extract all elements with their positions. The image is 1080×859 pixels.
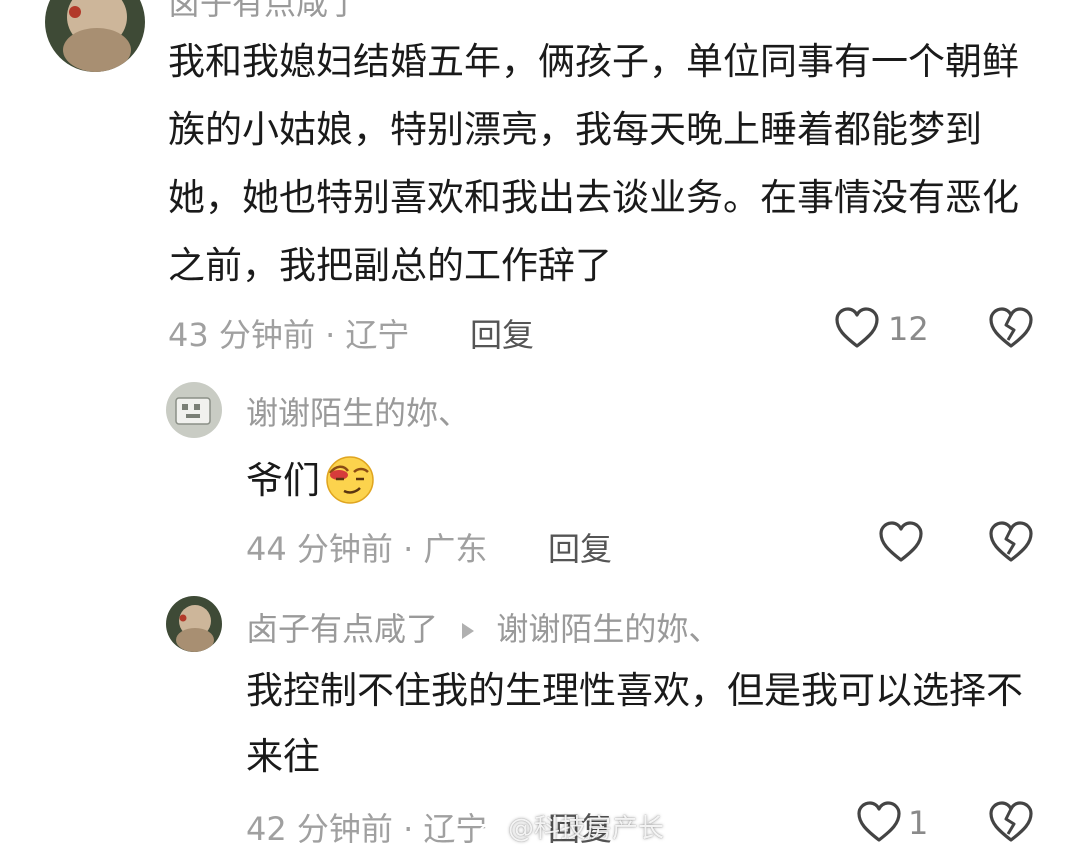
reply-button[interactable]: 回复 xyxy=(470,310,534,356)
comment-location: 辽宁 xyxy=(345,316,410,354)
watermark-text: @科技房产长 xyxy=(508,814,665,844)
broken-heart-icon[interactable] xyxy=(988,800,1034,844)
comment-content: 爷们 xyxy=(246,448,1036,514)
reply-to-username[interactable]: 谢谢陌生的妳、 xyxy=(496,610,720,648)
heart-outline-icon[interactable] xyxy=(834,306,880,350)
heart-outline-icon[interactable] xyxy=(856,800,902,844)
comment-time: 43 分钟前 xyxy=(168,316,315,354)
comment-thread: 卤子有点咸了 我和我媳妇结婚五年，俩孩子，单位同事有一个朝鲜族的小姑娘，特别漂亮… xyxy=(0,0,1080,859)
like-count: 1 xyxy=(908,804,929,842)
comment-text: 爷们 xyxy=(246,459,320,502)
smirk-face-emoji xyxy=(326,456,374,504)
broken-heart-icon[interactable] xyxy=(988,520,1034,564)
heart-outline-icon[interactable] xyxy=(878,520,924,564)
comment-content: 我和我媳妇结婚五年，俩孩子，单位同事有一个朝鲜族的小姑娘，特别漂亮，我每天晚上睡… xyxy=(168,40,1019,287)
comment-username[interactable]: 卤子有点咸了 xyxy=(246,610,438,648)
reply-header: 卤子有点咸了 谢谢陌生的妳、 xyxy=(246,604,720,650)
avatar[interactable] xyxy=(45,0,145,72)
comment-meta: 42 分钟前 · 辽宁 xyxy=(246,804,487,850)
triangle-right-icon xyxy=(462,623,475,639)
comment-meta: 44 分钟前 · 广东 xyxy=(246,524,487,570)
meta-separator: · xyxy=(403,810,414,848)
watermark: @科技房产长 xyxy=(478,808,664,845)
comment-location: 广东 xyxy=(423,530,488,568)
comment-username[interactable]: 卤子有点咸了 xyxy=(168,0,360,24)
avatar[interactable] xyxy=(166,596,222,652)
comment-username[interactable]: 谢谢陌生的妳、 xyxy=(246,388,470,434)
avatar[interactable] xyxy=(166,382,222,438)
weibo-logo-icon xyxy=(479,820,503,840)
meta-separator: · xyxy=(325,316,336,354)
reply-button[interactable]: 回复 xyxy=(548,524,612,570)
comment-time: 44 分钟前 xyxy=(246,530,393,568)
like-count: 12 xyxy=(888,310,929,348)
meta-separator: · xyxy=(403,530,414,568)
comment-meta: 43 分钟前 · 辽宁 xyxy=(168,310,409,356)
comment-time: 42 分钟前 xyxy=(246,810,393,848)
broken-heart-icon[interactable] xyxy=(988,306,1034,350)
comment-content: 我控制不住我的生理性喜欢，但是我可以选择不来往 xyxy=(246,669,1023,778)
